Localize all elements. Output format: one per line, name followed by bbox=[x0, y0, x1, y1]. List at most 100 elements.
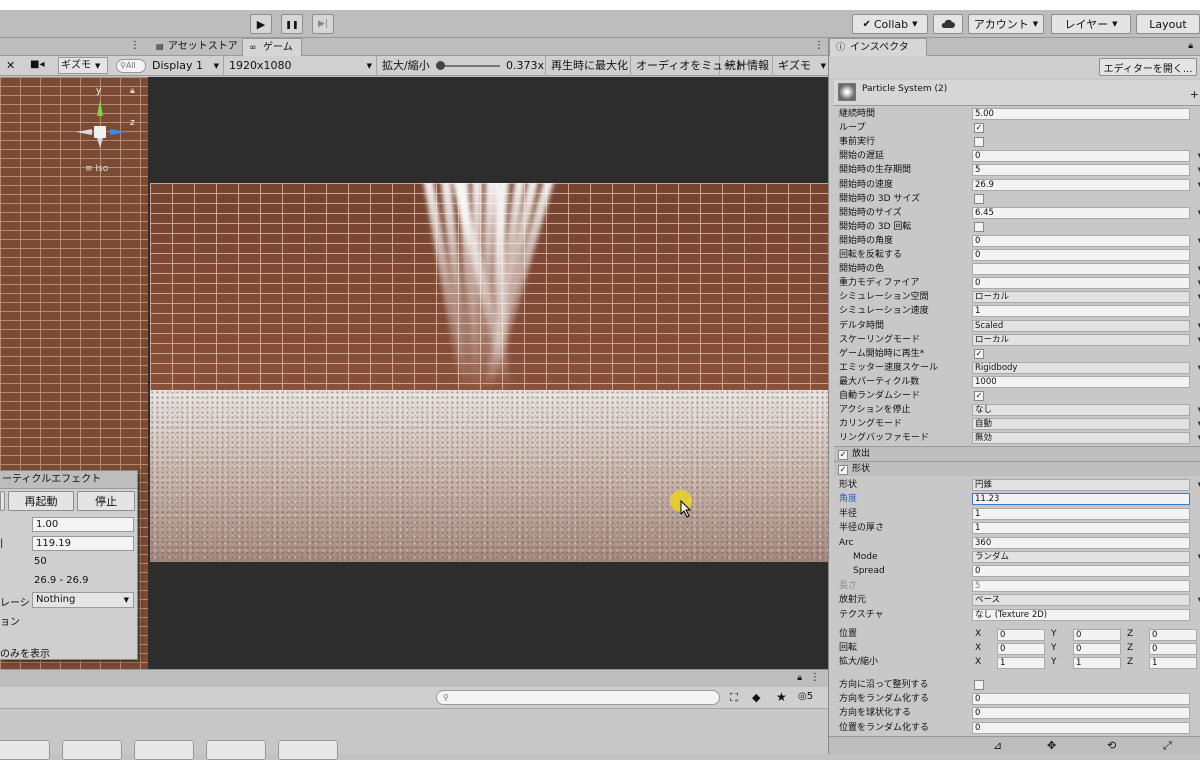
add-icon[interactable]: + bbox=[1190, 88, 1199, 101]
section-emission[interactable]: ✓ 放出 bbox=[834, 446, 1200, 461]
stats-toggle[interactable]: 統計情報 bbox=[721, 56, 773, 76]
property-field[interactable]: 6.45▼ bbox=[972, 206, 1200, 219]
restart-button[interactable]: 再起動 bbox=[8, 491, 74, 511]
property-field[interactable]: 0▼ bbox=[972, 277, 1200, 290]
property-field[interactable]: 0 bbox=[972, 565, 1190, 578]
mute-audio-toggle[interactable]: オーディオをミュート bbox=[632, 56, 745, 76]
property-field[interactable]: 5▼ bbox=[972, 164, 1200, 177]
property-dropdown[interactable]: Scaled▼ bbox=[972, 319, 1200, 332]
property-field[interactable]: 0▼ bbox=[972, 234, 1200, 247]
shape-checkbox[interactable]: ✓ bbox=[838, 465, 848, 475]
property-checkbox[interactable]: ✓ bbox=[974, 391, 984, 401]
play-effect-button[interactable] bbox=[0, 491, 5, 511]
edit-shape-icon[interactable]: ⊿ bbox=[993, 739, 1002, 752]
camera-icon[interactable]: ■◂ bbox=[30, 59, 44, 70]
position-y-field[interactable]: 0 bbox=[1073, 629, 1121, 641]
game-render[interactable] bbox=[150, 183, 828, 562]
orientation-gizmo[interactable]: y 🔒︎ z ≡ Iso bbox=[70, 86, 142, 182]
tab-inspector[interactable]: ⓘ インスペクター bbox=[829, 38, 927, 71]
emission-checkbox[interactable]: ✓ bbox=[838, 450, 848, 460]
property-checkbox[interactable]: ✓ bbox=[974, 348, 984, 359]
show-only-label[interactable]: のみを表示 bbox=[0, 645, 50, 660]
property-field[interactable]: 5.00 bbox=[972, 108, 1190, 120]
step-button[interactable]: ▶| bbox=[312, 14, 334, 34]
property-field[interactable]: 1 bbox=[972, 522, 1190, 535]
layout-dropdown[interactable]: Layout bbox=[1136, 14, 1200, 34]
menu-dots-icon[interactable]: ⋮ bbox=[814, 40, 824, 51]
lock-icon[interactable]: 🔒︎ bbox=[797, 673, 802, 683]
asset-item[interactable] bbox=[206, 740, 266, 760]
pause-button[interactable]: ❚❚ bbox=[281, 14, 303, 34]
project-assets-area[interactable] bbox=[0, 709, 828, 754]
asset-item[interactable] bbox=[0, 740, 50, 760]
property-field[interactable]: 0 bbox=[972, 721, 1190, 734]
property-field[interactable]: 26.9▼ bbox=[972, 178, 1200, 191]
asset-item[interactable] bbox=[278, 740, 338, 760]
resolution-dropdown[interactable]: 1920x1080 ▼ bbox=[225, 56, 377, 76]
rotation-x-field[interactable]: 0 bbox=[997, 643, 1045, 655]
open-editor-button[interactable]: エディターを開く... bbox=[1099, 58, 1197, 76]
property-dropdown[interactable]: なし▼ bbox=[972, 404, 1200, 417]
property-field[interactable]: 360 bbox=[972, 536, 1190, 549]
property-field[interactable]: 0 bbox=[972, 249, 1190, 261]
favorite-star-icon[interactable]: ★ bbox=[776, 690, 787, 704]
project-search-input[interactable]: ⚲ bbox=[436, 690, 720, 705]
tools-icon[interactable]: ✕ bbox=[6, 59, 15, 72]
scene-gizmos-dropdown[interactable]: ギズモ ▼ bbox=[58, 57, 108, 74]
rotation-z-field[interactable]: 0 bbox=[1149, 643, 1197, 655]
tab-game[interactable]: ∞ ゲーム bbox=[242, 38, 302, 56]
particle-system-header[interactable]: Particle System (2) + bbox=[834, 80, 1200, 106]
lock-icon[interactable]: 🔒︎ bbox=[1188, 41, 1193, 51]
property-field[interactable]: 11.23 bbox=[972, 493, 1190, 506]
property-dropdown[interactable]: 円錐▼ bbox=[972, 479, 1200, 491]
collab-button[interactable]: ✔ Collab ▼ bbox=[852, 14, 928, 34]
property-checkbox[interactable] bbox=[974, 680, 984, 690]
account-dropdown[interactable]: アカウント ▼ bbox=[968, 14, 1044, 34]
scale-z-field[interactable]: 1 bbox=[1149, 657, 1197, 669]
property-field[interactable]: ▼ bbox=[972, 263, 1200, 276]
rotation-y-field[interactable]: 0 bbox=[1073, 643, 1121, 655]
position-x-field[interactable]: 0 bbox=[997, 629, 1045, 641]
property-field[interactable]: 1000 bbox=[972, 375, 1190, 388]
move-icon[interactable]: ✥ bbox=[1047, 739, 1056, 752]
layers-dropdown[interactable]: レイヤー ▼ bbox=[1051, 14, 1131, 34]
property-field[interactable]: なし (Texture 2D) bbox=[972, 608, 1190, 621]
property-checkbox[interactable] bbox=[974, 193, 984, 204]
menu-dots-icon[interactable]: ⋮ bbox=[810, 672, 820, 683]
property-dropdown[interactable]: 無効▼ bbox=[972, 432, 1200, 445]
scale-slider[interactable]: 拡大/縮小 0.373x bbox=[378, 56, 546, 76]
slider-thumb[interactable] bbox=[436, 61, 445, 70]
maximize-on-play-toggle[interactable]: 再生時に最大化 bbox=[547, 56, 631, 76]
property-field[interactable]: 0 bbox=[972, 707, 1190, 720]
scene-search-input[interactable]: ⚲All bbox=[116, 59, 146, 73]
property-checkbox[interactable] bbox=[974, 221, 984, 232]
property-field[interactable]: 5 bbox=[972, 579, 1190, 592]
filter-type-icon[interactable]: ⛶ bbox=[730, 691, 738, 705]
property-dropdown[interactable]: Rigidbody▼ bbox=[972, 361, 1200, 374]
culling-dropdown[interactable]: Nothing ▼ bbox=[32, 592, 134, 608]
tab-asset-store[interactable]: ▤ アセットストア bbox=[148, 38, 246, 56]
playback-speed-field[interactable]: 1.00 bbox=[32, 517, 134, 532]
scale-x-field[interactable]: 1 bbox=[997, 657, 1045, 669]
playback-time-field[interactable]: 119.19 bbox=[32, 536, 134, 551]
property-dropdown[interactable]: ランダム▼ bbox=[972, 551, 1200, 563]
scale-y-field[interactable]: 1 bbox=[1073, 657, 1121, 669]
slider-track[interactable] bbox=[436, 65, 500, 67]
section-shape[interactable]: ✓ 形状 bbox=[834, 461, 1200, 476]
menu-dots-icon[interactable]: ⋮ bbox=[130, 40, 140, 51]
display-dropdown[interactable]: Display 1 ▼ bbox=[148, 56, 224, 76]
property-dropdown[interactable]: 自動▼ bbox=[972, 418, 1200, 431]
property-dropdown[interactable]: ベース▼ bbox=[972, 594, 1200, 607]
property-field[interactable]: 1 bbox=[972, 305, 1190, 318]
property-dropdown[interactable]: ローカル▼ bbox=[972, 291, 1200, 304]
scale-icon[interactable]: ⤢ bbox=[1163, 739, 1172, 753]
play-button[interactable]: ▶ bbox=[250, 14, 272, 34]
property-field[interactable]: 0 bbox=[972, 693, 1190, 706]
property-checkbox[interactable]: ✓ bbox=[974, 123, 984, 134]
property-field[interactable]: 1 bbox=[972, 507, 1190, 520]
stop-button[interactable]: 停止 bbox=[77, 491, 135, 511]
property-dropdown[interactable]: ローカル▼ bbox=[972, 333, 1200, 346]
position-z-field[interactable]: 0 bbox=[1149, 629, 1197, 641]
cloud-button[interactable] bbox=[933, 14, 963, 34]
game-gizmos-dropdown[interactable]: ギズモ ▼ bbox=[774, 56, 828, 76]
